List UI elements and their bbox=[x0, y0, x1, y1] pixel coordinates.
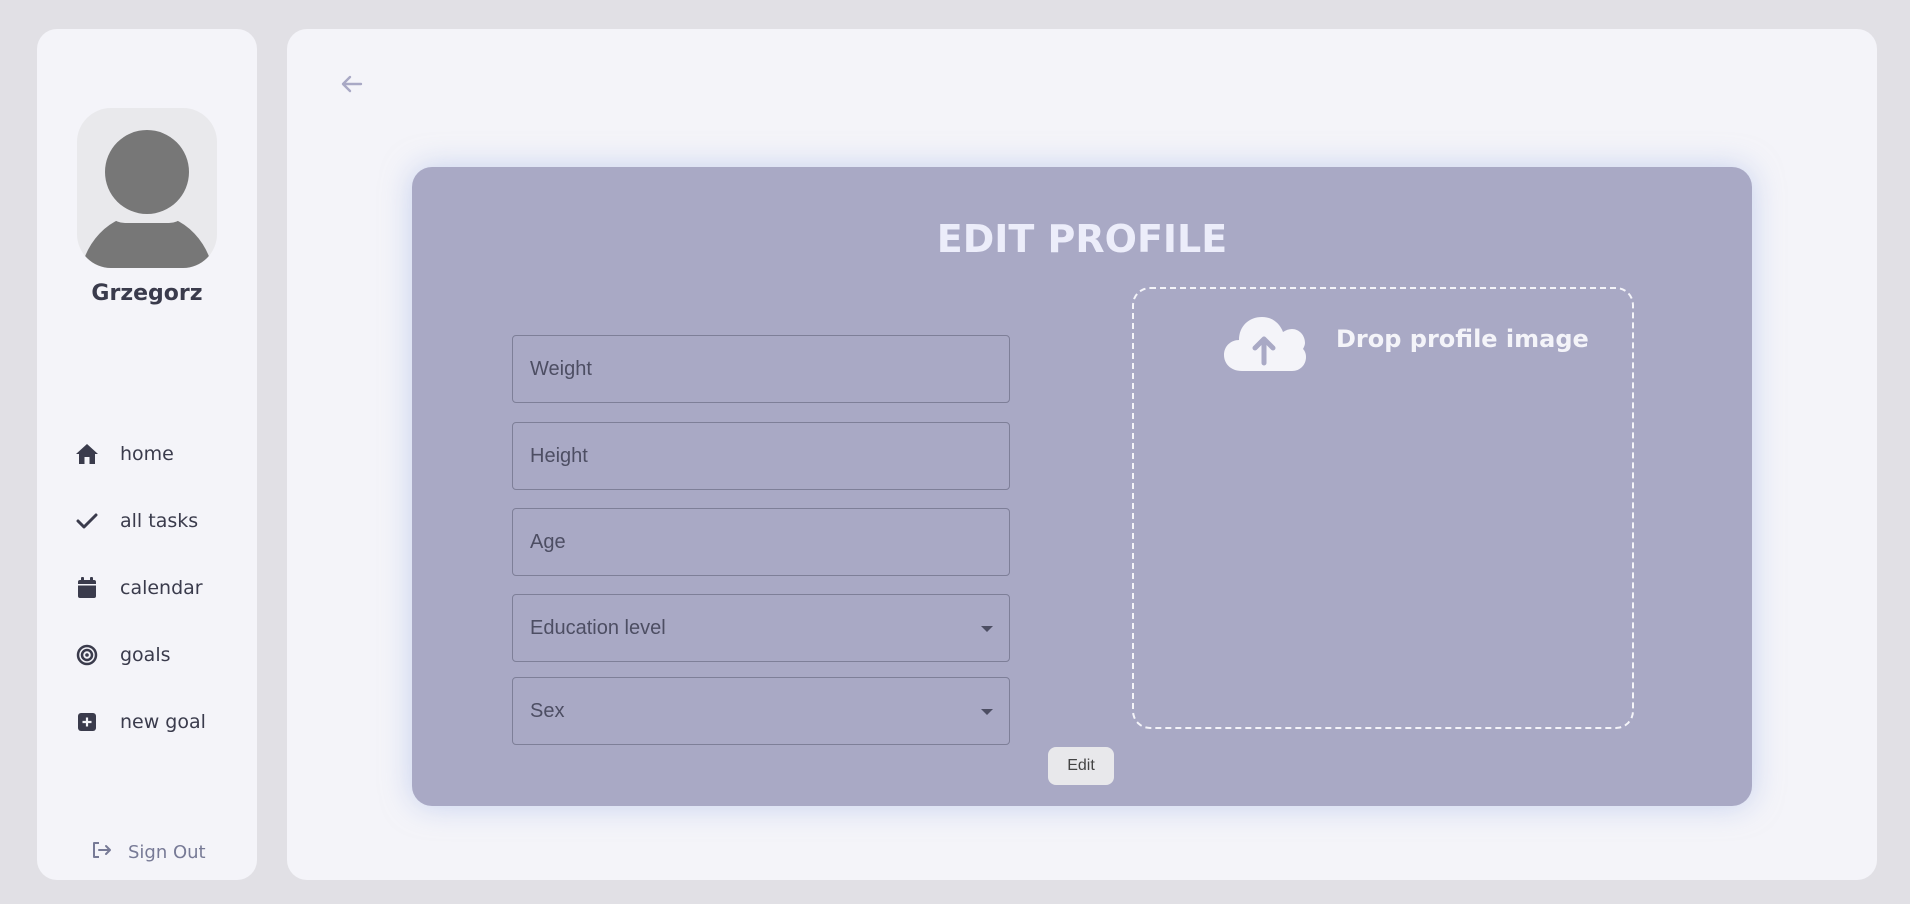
sign-out-button[interactable]: Sign Out bbox=[92, 841, 206, 863]
age-field[interactable]: Age bbox=[512, 508, 1010, 576]
sidebar-item-all-tasks[interactable]: all tasks bbox=[74, 503, 244, 539]
sidebar-item-label: all tasks bbox=[120, 510, 199, 532]
edit-profile-card: EDIT PROFILE Weight Height Age Education… bbox=[412, 167, 1752, 806]
arrow-left-icon bbox=[341, 75, 363, 93]
height-placeholder: Height bbox=[530, 444, 588, 467]
height-field[interactable]: Height bbox=[512, 422, 1010, 490]
chevron-down-icon bbox=[981, 709, 993, 715]
sidebar-item-calendar[interactable]: calendar bbox=[74, 570, 244, 606]
plus-square-icon bbox=[74, 709, 100, 735]
page-title: EDIT PROFILE bbox=[936, 217, 1228, 261]
cloud-upload-icon bbox=[1224, 317, 1306, 371]
profile-image-dropzone[interactable]: Drop profile image bbox=[1132, 287, 1634, 729]
calendar-icon bbox=[74, 575, 100, 601]
avatar bbox=[77, 108, 217, 268]
home-icon bbox=[74, 441, 100, 467]
sidebar: Grzegorz home all tasks calendar goals n… bbox=[37, 29, 257, 880]
check-icon bbox=[74, 508, 100, 534]
chevron-down-icon bbox=[981, 626, 993, 632]
sidebar-item-label: calendar bbox=[120, 577, 203, 599]
education-placeholder: Education level bbox=[530, 616, 666, 639]
main-panel: EDIT PROFILE Weight Height Age Education… bbox=[287, 29, 1877, 880]
edit-button[interactable]: Edit bbox=[1048, 747, 1114, 785]
sex-placeholder: Sex bbox=[530, 699, 565, 722]
target-icon bbox=[74, 642, 100, 668]
sidebar-item-label: goals bbox=[120, 644, 171, 666]
dropzone-label: Drop profile image bbox=[1336, 325, 1589, 353]
age-placeholder: Age bbox=[530, 530, 566, 553]
weight-placeholder: Weight bbox=[530, 357, 592, 380]
sidebar-item-label: new goal bbox=[120, 711, 206, 733]
sign-out-icon bbox=[92, 841, 112, 863]
sidebar-item-new-goal[interactable]: new goal bbox=[74, 704, 244, 740]
sign-out-label: Sign Out bbox=[128, 841, 206, 863]
username: Grzegorz bbox=[91, 281, 203, 306]
sidebar-item-label: home bbox=[120, 443, 174, 465]
sidebar-item-goals[interactable]: goals bbox=[74, 637, 244, 673]
sidebar-item-home[interactable]: home bbox=[74, 436, 244, 472]
weight-field[interactable]: Weight bbox=[512, 335, 1010, 403]
education-level-select[interactable]: Education level bbox=[512, 594, 1010, 662]
sex-select[interactable]: Sex bbox=[512, 677, 1010, 745]
back-button[interactable] bbox=[337, 69, 367, 99]
